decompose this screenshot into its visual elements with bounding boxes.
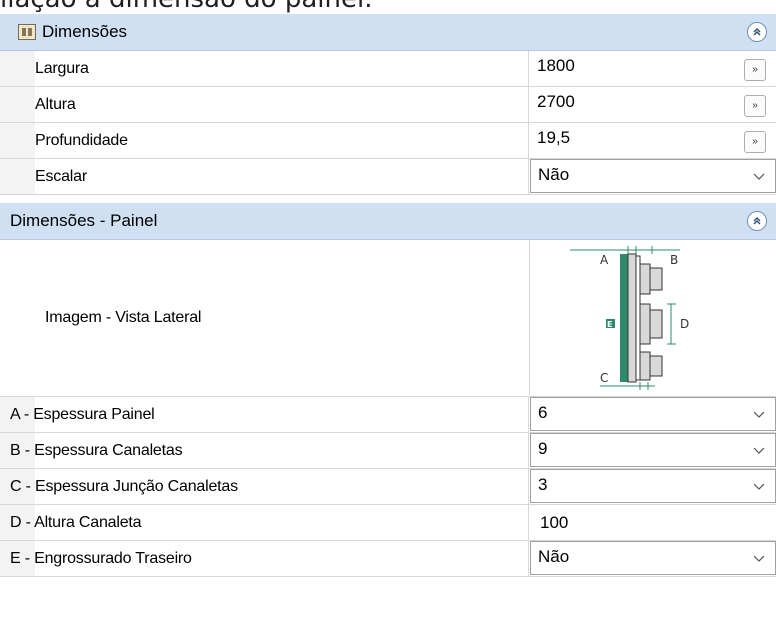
collapse-icon[interactable] [747,211,767,231]
property-value: Não [538,547,570,566]
largura-input[interactable]: 1800 » [530,51,776,86]
collapse-icon[interactable] [747,22,767,42]
diagram-label-c: C [600,371,608,385]
property-value: 3 [538,475,548,494]
property-row-espessura-painel: A - Espessura Painel 6 [0,397,776,433]
property-label: Escalar [35,159,529,194]
chevron-down-icon [753,555,765,562]
property-label: Altura [35,87,529,122]
ellipsis-button[interactable]: » [744,95,766,117]
property-row-juncao-canaletas: C - Espessura Junção Canaletas 3 [0,469,776,505]
property-value: 2700 [537,92,575,111]
altura-canaleta-input[interactable]: 100 [530,505,776,540]
escalar-select[interactable]: Não [530,159,776,193]
property-row-escalar: Escalar Não [0,159,776,195]
section-title: Dimensões - Painel [10,211,158,230]
property-row-altura: Altura 2700 » [0,87,776,123]
chevron-down-icon [753,483,765,490]
page-caption: ilação a dimensão do painel. [0,0,776,14]
property-value: 9 [538,439,548,458]
section-title: Dimensões [42,22,128,41]
section-header-dimensoes[interactable]: Dimensões [0,14,776,51]
property-label: A - Espessura Painel [10,397,529,432]
altura-input[interactable]: 2700 » [530,87,776,122]
side-view-diagram-svg: A B D E C [570,246,689,390]
diagram-label-b: B [670,253,678,267]
profundidade-input[interactable]: 19,5 » [530,123,776,158]
section-header-painel[interactable]: Dimensões - Painel [0,203,776,240]
property-value: Não [538,165,570,184]
diagram-label-a: A [600,253,609,267]
property-label: D - Altura Canaleta [10,505,529,540]
property-label: E - Engrossurado Traseiro [10,541,529,576]
property-value: 100 [540,513,569,532]
property-value: 19,5 [537,128,571,147]
chevron-down-icon [753,411,765,418]
espessura-canaletas-select[interactable]: 9 [530,433,776,467]
property-row-largura: Largura 1800 » [0,51,776,87]
property-row-espessura-canaletas: B - Espessura Canaletas 9 [0,433,776,469]
chevron-down-icon [753,447,765,454]
property-value: 1800 [537,56,575,75]
espessura-painel-select[interactable]: 6 [530,397,776,431]
ellipsis-button[interactable]: » [744,131,766,153]
ellipsis-button[interactable]: » [744,59,766,81]
diagram-label-d: D [680,317,689,331]
dimensions-icon [18,24,36,40]
diagram-label-e: E [607,320,612,329]
side-view-diagram: A B D E C [530,240,776,396]
property-label: Imagem - Vista Lateral [45,309,202,326]
property-label: B - Espessura Canaletas [10,433,529,468]
property-panel: Dimensões Largura 1800 » Altura 2700 » P… [0,14,776,577]
property-label: Profundidade [35,123,529,158]
property-row-profundidade: Profundidade 19,5 » [0,123,776,159]
property-label: Largura [35,51,529,86]
property-value: 6 [538,403,548,422]
chevron-down-icon [753,173,765,180]
property-row-altura-canaleta: D - Altura Canaleta 100 [0,505,776,541]
property-label: C - Espessura Junção Canaletas [10,469,529,504]
property-row-engrossurado-traseiro: E - Engrossurado Traseiro Não [0,541,776,577]
property-row-image: Imagem - Vista Lateral A B D E C [0,240,776,397]
juncao-canaletas-select[interactable]: 3 [530,469,776,503]
engrossurado-traseiro-select[interactable]: Não [530,541,776,575]
